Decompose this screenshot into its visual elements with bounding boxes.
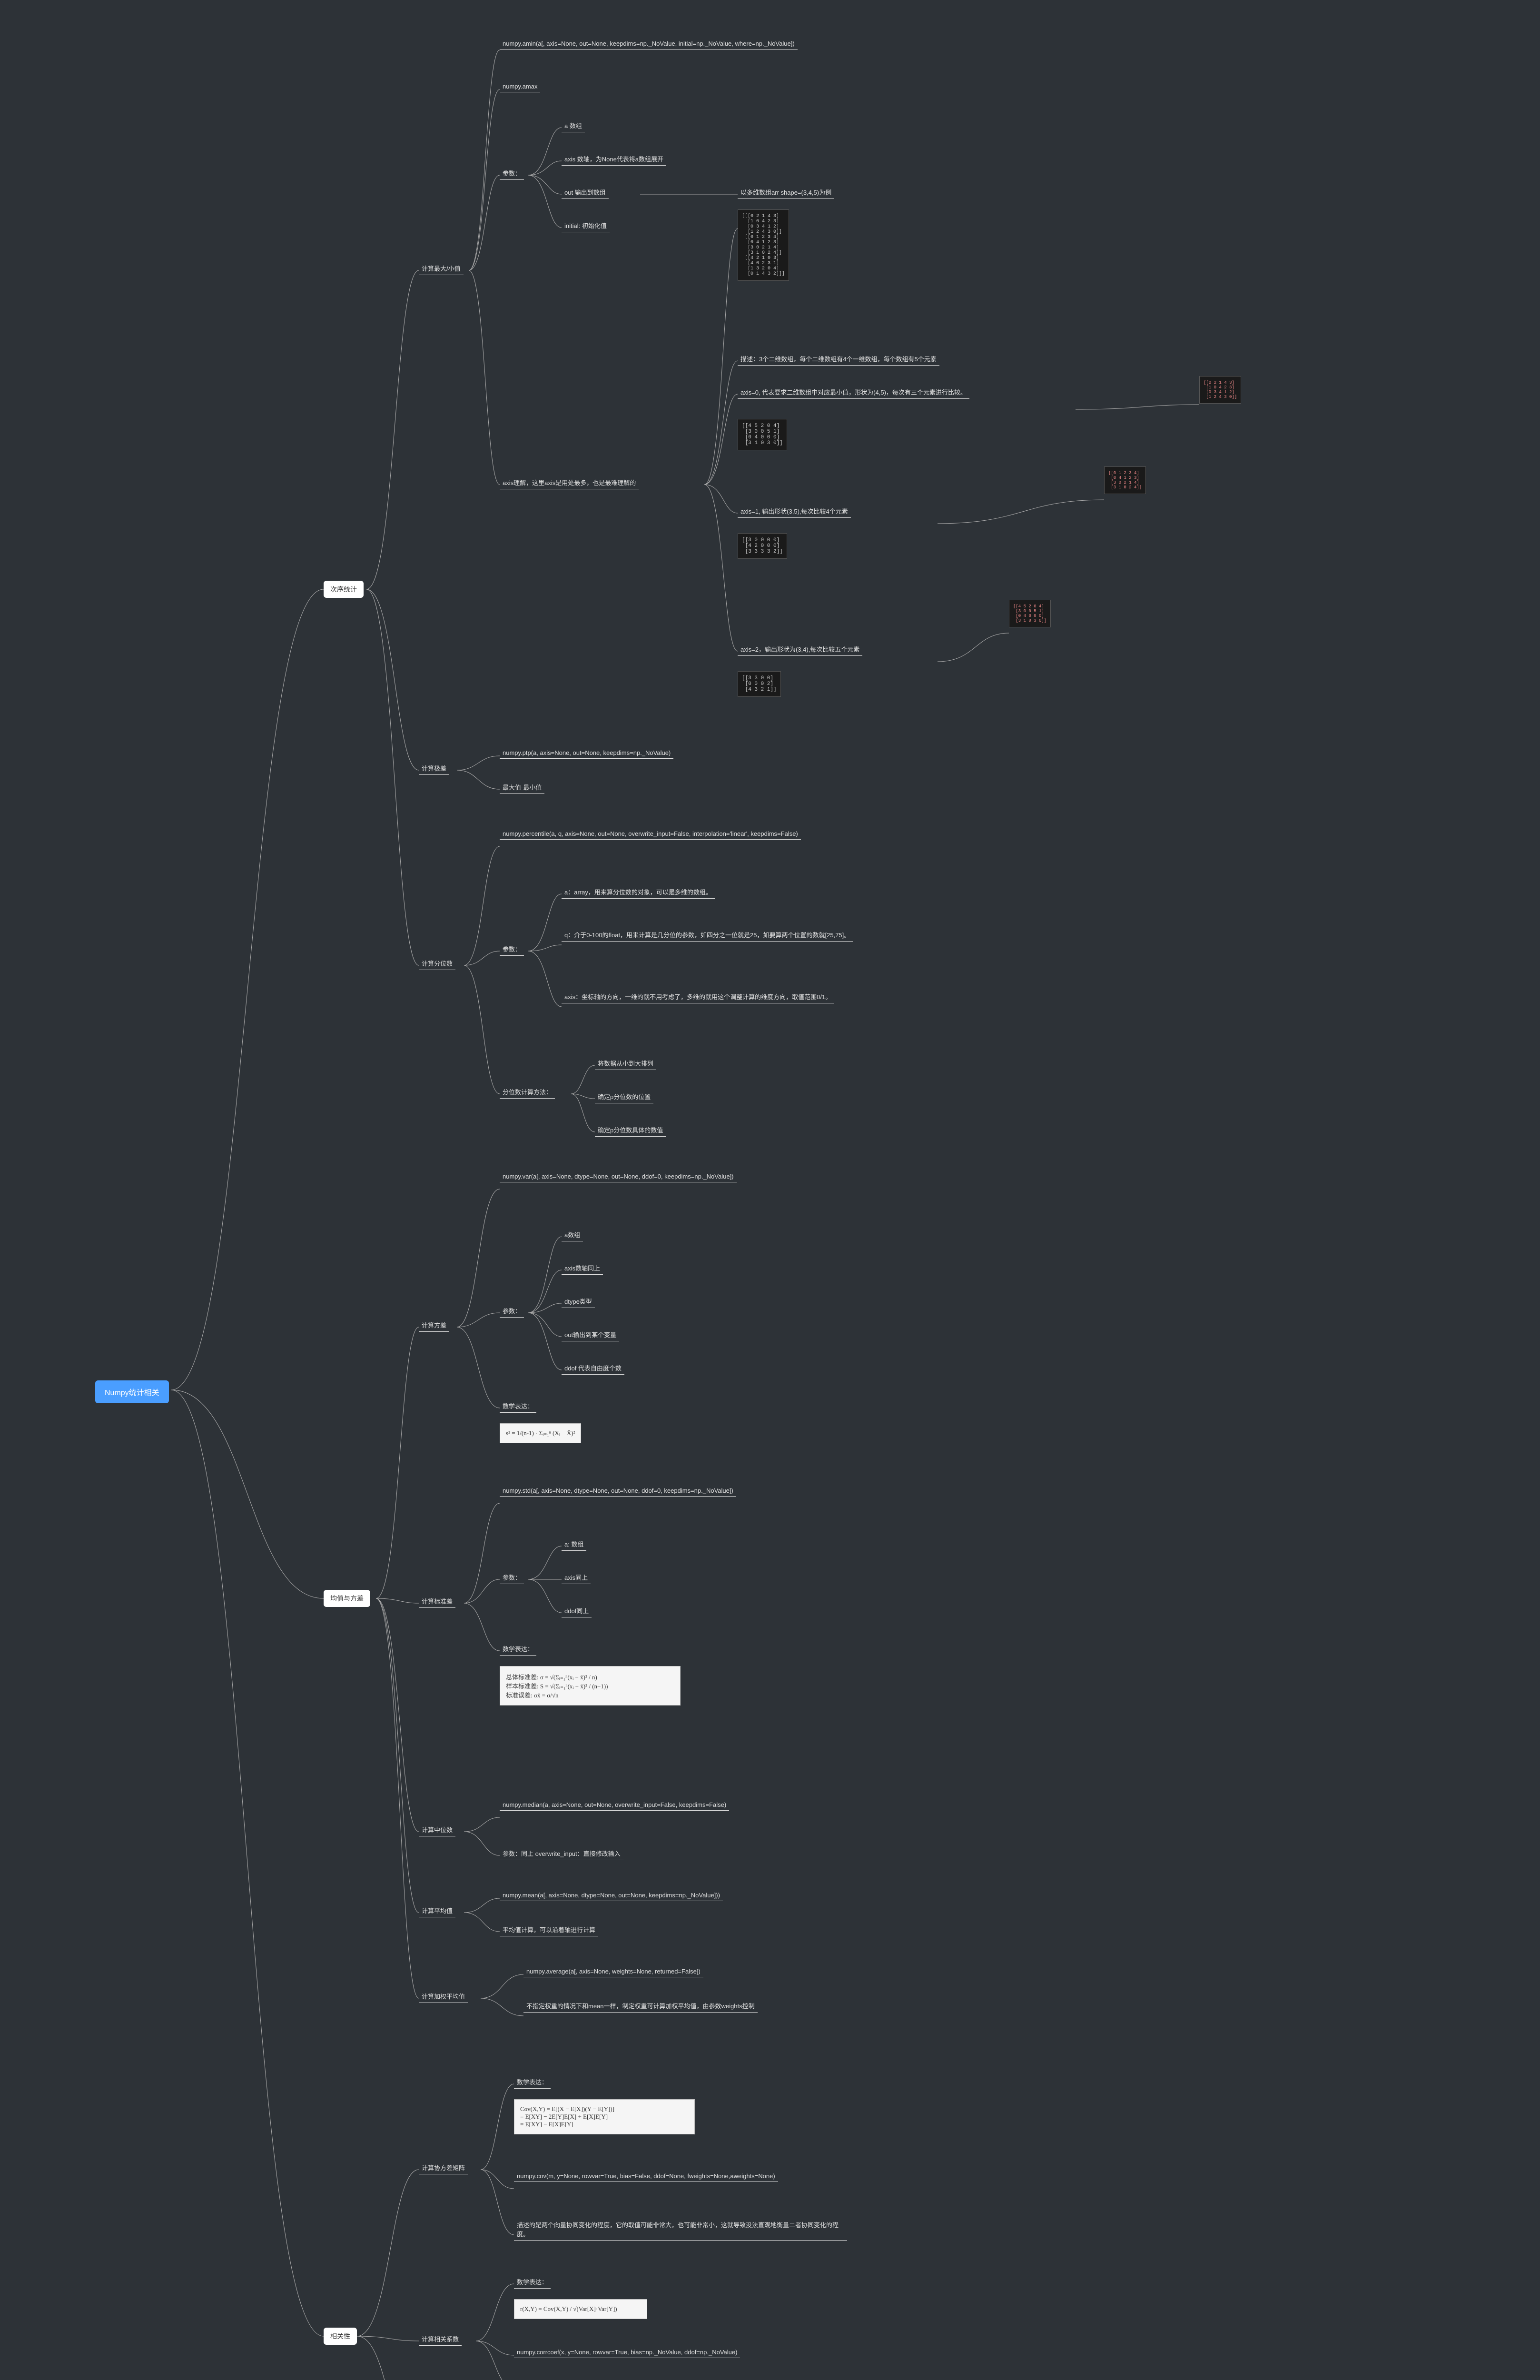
leaf-b3-desc: 参数：同上 overwrite_input：直接修改输入 <box>500 1847 623 1860</box>
leaf-axis-label: axis理解，这里axis是用处最多，也是最难理解的 <box>500 476 639 489</box>
leaf-a3-p3: axis：坐标轴的方向，一维的就不用考虑了，多维的就用这个调整计算的维度方向，取… <box>562 990 834 1003</box>
label-params-a3: 参数： <box>500 942 524 956</box>
leaf-a3-m3: 确定p分位数具体的数值 <box>595 1123 666 1137</box>
leaf-b1-math-label: 数学表达： <box>500 1399 536 1413</box>
leaf-a3-sig: numpy.percentile(a, q, axis=None, out=No… <box>500 828 801 840</box>
leaf-amax-sig: numpy.amax <box>500 81 540 92</box>
node-order-stats[interactable]: 次序统计 <box>324 581 364 598</box>
arr-mini0: [[0 2 1 4 3] [1 0 4 2 3] [0 3 4 1 2] [1 … <box>1199 376 1241 404</box>
node-mean-var[interactable]: 均值与方差 <box>324 1590 370 1607</box>
leaf-c1-math-label: 数学表达： <box>514 2075 551 2089</box>
leaf-desc1: axis=0, 代表要求二维数组中对应最小值，形状为(4,5)，每次有三个元素进… <box>738 386 969 399</box>
leaf-b1-p4: out输出到某个变量 <box>562 1328 619 1341</box>
leaf-b1-p1: a数组 <box>562 1228 583 1241</box>
leaf-b4-sig: numpy.mean(a[, axis=None, dtype=None, ou… <box>500 1890 723 1901</box>
leaf-desc3: axis=2，输出形状为(3,4),每次比较五个元素 <box>738 643 862 656</box>
node-median[interactable]: 计算中位数 <box>419 1823 455 1836</box>
leaf-b2-p1: a: 数组 <box>562 1537 586 1551</box>
node-mean[interactable]: 计算平均值 <box>419 1904 455 1917</box>
arr-axis2: [[3 3 0 0] [0 0 0 2] [4 3 2 1]] <box>738 671 781 697</box>
math-std: 总体标准差: σ = √(Σᵢ₌₁ⁿ(xᵢ − x̄)² / n) 样本标准差:… <box>500 1666 681 1706</box>
node-var[interactable]: 计算方差 <box>419 1319 449 1332</box>
leaf-b2-p3: ddof同上 <box>562 1604 592 1617</box>
leaf-ex-label: 以多维数组arr shape=(3,4,5)为例 <box>738 186 834 199</box>
leaf-b4-desc: 平均值计算，可以沿着轴进行计算 <box>500 1923 598 1936</box>
leaf-a2-sig: numpy.ptp(a, axis=None, out=None, keepdi… <box>500 747 673 759</box>
arr-axis1: [[3 0 0 0 0] [4 2 0 0 0] [3 3 3 3 2]] <box>738 533 787 559</box>
node-correlation[interactable]: 相关性 <box>324 2328 357 2345</box>
leaf-a2-desc: 最大值-最小值 <box>500 781 544 794</box>
math-var: s² = 1/(n-1) · Σᵢ₌₁ⁿ (Xᵢ − X̄)² <box>500 1423 581 1443</box>
leaf-c2-sig: numpy.corrcoef(x, y=None, rowvar=True, b… <box>514 2347 740 2358</box>
leaf-b2-math-label: 数学表达： <box>500 1642 536 1656</box>
node-maxmin[interactable]: 计算最大/小值 <box>419 262 464 275</box>
leaf-a3-m1: 将数据从小到大排列 <box>595 1057 656 1070</box>
node-corrcoef[interactable]: 计算相关系数 <box>419 2332 462 2346</box>
node-avg[interactable]: 计算加权平均值 <box>419 1990 468 2003</box>
leaf-b1-p5: ddof 代表自由度个数 <box>562 1361 624 1375</box>
arr-mini2: [[4 5 2 0 4] [3 0 0 5 1] [0 4 0 0 0] [3 … <box>1009 600 1051 627</box>
arr-shape-example: [[[0 2 1 4 3] [1 0 4 2 3] [0 3 4 1 2] [1… <box>738 209 789 281</box>
label-params-b1: 参数： <box>500 1304 524 1318</box>
node-percentile[interactable]: 计算分位数 <box>419 957 455 970</box>
leaf-b1-p2: axis数轴同上 <box>562 1261 603 1275</box>
node-std[interactable]: 计算标准差 <box>419 1595 455 1608</box>
leaf-a3-p1: a：array，用来算分位数的对象，可以是多维的数组。 <box>562 885 715 899</box>
arr-mini1: [[0 1 2 3 4] [0 4 1 2 3] [3 0 2 1 4] [3 … <box>1104 466 1146 494</box>
leaf-a1-p3: out 输出到数组 <box>562 186 609 199</box>
math-corr: r(X,Y) = Cov(X,Y) / √(Var[X]·Var[Y]) <box>514 2299 647 2319</box>
node-ptp[interactable]: 计算极差 <box>419 762 449 775</box>
leaf-b3-sig: numpy.median(a, axis=None, out=None, ove… <box>500 1799 729 1811</box>
leaf-c1-sig: numpy.cov(m, y=None, rowvar=True, bias=F… <box>514 2171 778 2182</box>
leaf-b1-p3: dtype类型 <box>562 1295 595 1308</box>
label-params-a1: 参数： <box>500 167 524 180</box>
leaf-a3-m2: 确定p分位数的位置 <box>595 1090 653 1103</box>
leaf-desc2: axis=1, 输出形状(3,5),每次比较4个元素 <box>738 505 851 518</box>
leaf-a3-p2: q：介于0-100的float，用来计算是几分位的参数，如四分之一位就是25，如… <box>562 928 853 942</box>
leaf-b1-sig: numpy.var(a[, axis=None, dtype=None, out… <box>500 1171 737 1182</box>
label-params-b2: 参数： <box>500 1571 524 1584</box>
root-node[interactable]: Numpy统计相关 <box>95 1380 169 1403</box>
leaf-c2-math-label: 数学表达： <box>514 2275 551 2289</box>
leaf-b2-p2: axis同上 <box>562 1571 591 1584</box>
leaf-b5-sig: numpy.average(a[, axis=None, weights=Non… <box>523 1966 703 1977</box>
node-cov[interactable]: 计算协方差矩阵 <box>419 2161 468 2174</box>
leaf-a1-p1: a 数组 <box>562 119 585 132</box>
leaf-c1-desc: 描述的是两个向量协同变化的程度，它的取值可能非常大，也可能非常小，这就导致没法直… <box>514 2218 847 2241</box>
math-cov: Cov(X,Y) = E[(X − E[X])(Y − E[Y])] = E[X… <box>514 2099 695 2134</box>
leaf-desc0: 描述：3个二维数组，每个二维数组有4个一维数组，每个数组有5个元素 <box>738 352 939 366</box>
leaf-a1-p2: axis 数轴，为None代表将a数组展开 <box>562 152 666 166</box>
leaf-b5-desc: 不指定权重的情况下和mean一样，制定权重可计算加权平均值，由参数weights… <box>523 1999 758 2013</box>
leaf-a1-p4: initial: 初始化值 <box>562 219 610 232</box>
arr-axis0: [[4 5 2 0 4] [3 0 0 5 1] [0 4 0 0 0] [3 … <box>738 419 787 450</box>
leaf-amin-sig: numpy.amin(a[, axis=None, out=None, keep… <box>500 38 798 50</box>
label-quantile-method: 分位数计算方法： <box>500 1085 555 1099</box>
leaf-b2-sig: numpy.std(a[, axis=None, dtype=None, out… <box>500 1485 736 1497</box>
